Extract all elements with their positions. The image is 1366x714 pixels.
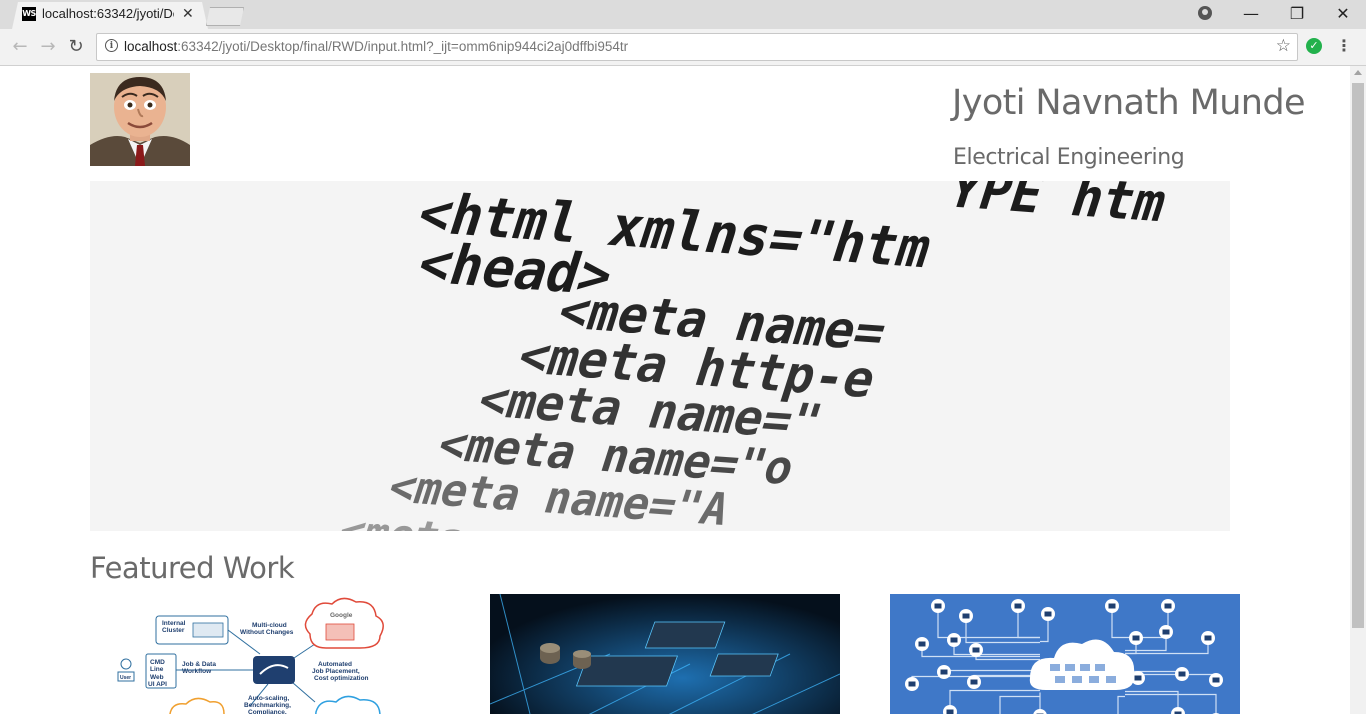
- minimize-icon[interactable]: —: [1228, 0, 1274, 29]
- iot-connector-line: [1125, 693, 1217, 714]
- iot-device-glyph: [1162, 629, 1170, 635]
- cloud-diagram-label: CMD: [150, 659, 165, 666]
- iot-device-glyph: [972, 647, 980, 653]
- bookmark-star-icon[interactable]: ☆: [1276, 36, 1291, 56]
- cloud-diagram-label: Compliance,: [248, 709, 287, 714]
- cloud-diagram-label: UI API: [148, 681, 167, 688]
- cloud-diagram-label: User: [120, 675, 131, 681]
- iot-device-glyph: [1204, 635, 1212, 641]
- browser-menu-icon[interactable]: ⋮: [1334, 34, 1354, 58]
- hero-code-image: YPE htm <html xmlns="htm <head> <meta name=…: [90, 181, 1230, 531]
- address-bar[interactable]: i localhost:63342/jyoti/Desktop/final/RW…: [96, 33, 1298, 61]
- cloud-diagram-label: Line: [150, 666, 164, 673]
- reload-button-icon[interactable]: ↻: [64, 35, 88, 59]
- iot-device-glyph: [908, 681, 916, 687]
- hero-code-lines: YPE htm <html xmlns="htm <head> <meta name=…: [90, 181, 1230, 531]
- page-viewport: Jyoti Navnath Munde Electrical Engineeri…: [0, 66, 1350, 714]
- cloud-diagram-label: Job & Data: [182, 661, 216, 668]
- iot-connector-line: [943, 669, 1040, 672]
- featured-work-circuit-board[interactable]: [490, 594, 840, 714]
- iot-device-glyph: [1132, 635, 1140, 641]
- iot-connector-line: [965, 616, 1040, 644]
- cloud-diagram-label: Cluster: [162, 627, 185, 634]
- cloud-diagram-label: Without Changes: [240, 629, 294, 636]
- profile-department: Electrical Engineering: [953, 145, 1185, 170]
- restore-icon[interactable]: ❐: [1274, 0, 1320, 29]
- tab-strip: WS localhost:63342/jyoti/Desktop/final/R…: [0, 0, 1366, 29]
- iot-device-glyph: [940, 669, 948, 675]
- cloud-diagram-label: Benchmarking,: [244, 702, 291, 709]
- back-button-icon[interactable]: ←: [8, 35, 32, 59]
- cloud-diagram-label: Job Placement,: [312, 668, 360, 675]
- new-tab-button[interactable]: [206, 7, 244, 26]
- cloud-diagram-label: Internal: [162, 620, 186, 627]
- url-path: :63342/jyoti/Desktop/final/RWD/input.htm…: [177, 39, 629, 54]
- cloud-diagram-label: Workflow: [182, 668, 212, 675]
- webstorm-favicon-icon: WS: [22, 7, 36, 21]
- page-scrollbar[interactable]: [1350, 66, 1366, 714]
- iot-device-glyph: [962, 613, 970, 619]
- cloud-diagram-label: Automated: [318, 661, 352, 668]
- url-text[interactable]: localhost:63342/jyoti/Desktop/final/RWD/…: [124, 38, 628, 56]
- cloud-diagram-label: Auto-scaling,: [248, 695, 289, 702]
- cloud-diagram-label: Web: [150, 674, 164, 681]
- iot-connector-line: [1117, 695, 1125, 714]
- scroll-up-arrow-icon[interactable]: [1354, 70, 1362, 75]
- profile-icon[interactable]: [1198, 6, 1212, 20]
- iot-device-icon: [1033, 709, 1047, 714]
- iot-device-glyph: [1134, 675, 1142, 681]
- iot-device-glyph: [934, 603, 942, 609]
- iot-connector-line: [999, 695, 1040, 714]
- featured-work-heading: Featured Work: [90, 551, 295, 585]
- iot-connector-line: [949, 689, 1040, 712]
- iot-device-glyph: [1178, 671, 1186, 677]
- iot-device-glyph: [1044, 611, 1052, 617]
- tab-close-icon[interactable]: ✕: [182, 5, 194, 23]
- iot-device-glyph: [950, 637, 958, 643]
- close-window-icon[interactable]: ✕: [1320, 0, 1366, 29]
- hero-code-line: YPE htm: [940, 181, 1175, 235]
- featured-work-iot-network[interactable]: [890, 594, 1240, 714]
- person-photo-icon: [90, 73, 190, 166]
- forward-button-icon[interactable]: →: [36, 35, 60, 59]
- iot-device-glyph: [1212, 677, 1220, 683]
- iot-device-glyph: [918, 641, 926, 647]
- tab-title[interactable]: localhost:63342/jyoti/Desktop/final/RWD/…: [42, 6, 174, 22]
- iot-device-glyph: [1108, 603, 1116, 609]
- featured-work-cloud-diagram[interactable]: Internal Cluster Multi-cloud Without Cha…: [90, 594, 440, 714]
- url-host: localhost: [124, 39, 178, 54]
- cloud-diagram-label: Multi-cloud: [252, 622, 287, 629]
- iot-device-glyph: [1164, 603, 1172, 609]
- iot-device-glyph: [970, 679, 978, 685]
- iot-device-glyph: [1014, 603, 1022, 609]
- profile-name: Jyoti Navnath Munde: [952, 83, 1306, 123]
- extension-check-icon[interactable]: ✓: [1306, 38, 1322, 54]
- site-info-icon[interactable]: i: [105, 39, 118, 52]
- scrollbar-thumb[interactable]: [1352, 83, 1364, 628]
- iot-connector-line: [937, 606, 1040, 639]
- iot-device-glyph: [946, 709, 954, 714]
- cloud-diagram-label: Google: [330, 612, 353, 619]
- browser-toolbar: ← → ↻ i localhost:63342/jyoti/Desktop/fi…: [0, 29, 1366, 66]
- cloud-diagram-label: Cost optimization: [314, 675, 369, 682]
